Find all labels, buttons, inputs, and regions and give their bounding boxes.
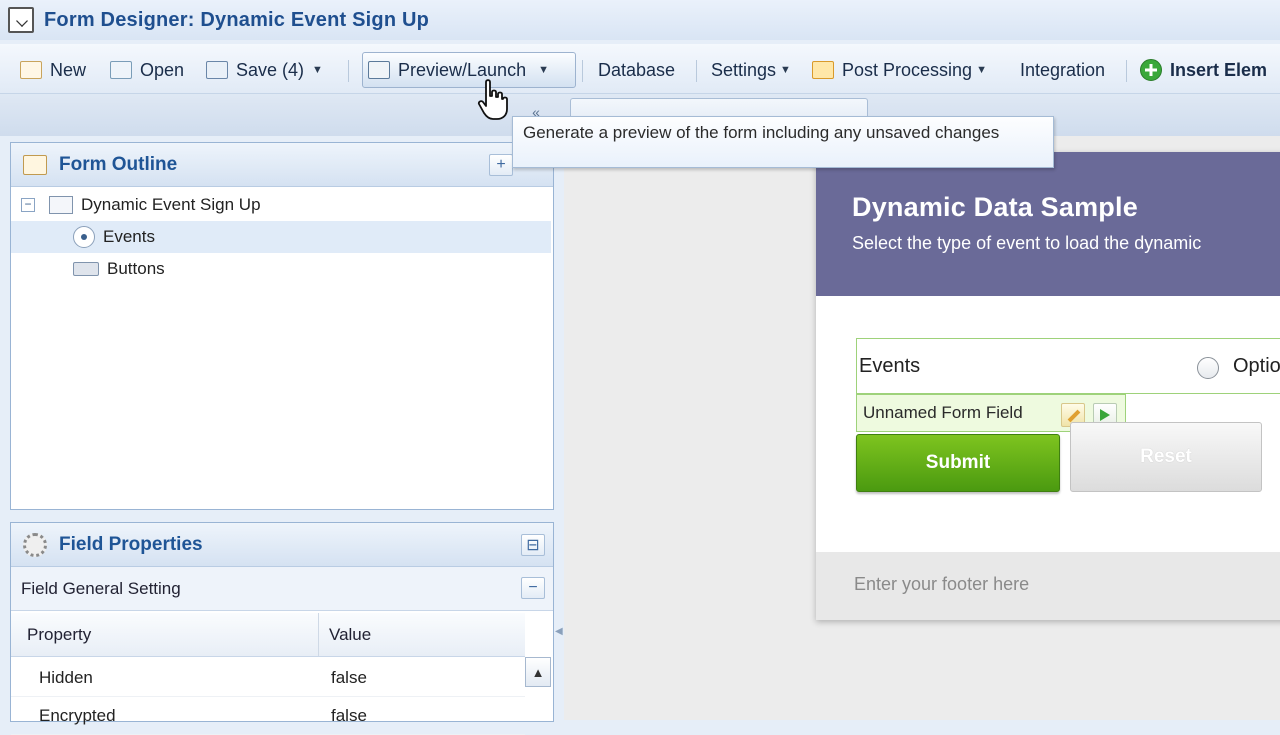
chevron-down-icon: ▼ bbox=[312, 64, 323, 76]
chevron-down-icon[interactable]: ▼ bbox=[538, 64, 549, 76]
new-document-icon bbox=[20, 61, 42, 79]
tree-item-events[interactable]: Events bbox=[11, 221, 551, 253]
form-designer-icon bbox=[8, 7, 34, 33]
preview-tooltip: Generate a preview of the form including… bbox=[512, 116, 1054, 168]
splitter-arrow-icon[interactable]: ◀ bbox=[555, 626, 563, 637]
toolbar-divider bbox=[582, 60, 583, 82]
outline-icon bbox=[23, 154, 47, 175]
save-icon bbox=[206, 61, 228, 79]
field-properties-header: Field Properties ⊟ bbox=[11, 523, 553, 567]
tree-item-label: Buttons bbox=[107, 259, 165, 278]
window-titlebar: Form Designer: Dynamic Event Sign Up bbox=[0, 0, 1280, 40]
field-properties-panel: Field Properties ⊟ Field General Setting… bbox=[10, 522, 554, 735]
form-outline-panel: Form Outline + − Dynamic Event Sign Up E… bbox=[10, 142, 554, 510]
option-label: Option La bbox=[1233, 355, 1280, 377]
form-title: Dynamic Data Sample bbox=[852, 192, 1138, 222]
table-row[interactable]: Hidden false bbox=[11, 659, 525, 697]
database-button[interactable]: Database bbox=[598, 54, 675, 86]
pin-panel-button[interactable]: ⊟ bbox=[521, 534, 545, 556]
section-label: Field General Setting bbox=[21, 578, 181, 598]
property-value[interactable]: false bbox=[329, 706, 367, 726]
reset-button[interactable]: Reset bbox=[1070, 422, 1262, 492]
property-name: Hidden bbox=[39, 667, 93, 687]
scroll-up-button[interactable]: ▲ bbox=[525, 657, 551, 687]
main-toolbar: New Open Save (4) ▼ Preview/Launch ▼ Dat… bbox=[0, 44, 1280, 94]
form-outline-header: Form Outline + bbox=[11, 143, 553, 187]
form-footer[interactable]: Enter your footer here bbox=[816, 552, 1280, 620]
button-field-icon bbox=[73, 262, 99, 276]
tree-item-buttons[interactable]: Buttons bbox=[11, 253, 551, 285]
tree-root[interactable]: − Dynamic Event Sign Up bbox=[11, 189, 551, 221]
form-preview-card: Dynamic Data Sample Select the type of e… bbox=[816, 152, 1280, 620]
column-header-value[interactable]: Value bbox=[319, 625, 371, 645]
radio-field-icon bbox=[73, 226, 95, 248]
gear-icon bbox=[23, 532, 47, 557]
form-icon bbox=[49, 196, 73, 214]
property-value[interactable]: false bbox=[329, 668, 367, 688]
collapse-toggle-icon[interactable]: − bbox=[21, 198, 35, 212]
tree-item-label: Events bbox=[103, 227, 155, 246]
collapse-section-button[interactable]: − bbox=[521, 577, 545, 599]
preview-icon bbox=[368, 61, 390, 79]
chevron-down-icon: ▼ bbox=[780, 64, 791, 76]
events-field[interactable]: Events Option La bbox=[856, 338, 1280, 394]
hand-cursor-icon bbox=[477, 79, 508, 120]
submit-button[interactable]: Submit bbox=[856, 434, 1060, 492]
toolbar-divider bbox=[696, 60, 697, 82]
integration-button[interactable]: Integration bbox=[1020, 54, 1105, 86]
property-name: Encrypted bbox=[39, 705, 116, 725]
tree-root-label: Dynamic Event Sign Up bbox=[81, 195, 261, 214]
post-processing-button[interactable]: Post Processing ▼ bbox=[812, 54, 987, 86]
open-button[interactable]: Open bbox=[110, 54, 184, 86]
events-field-label: Events bbox=[859, 355, 921, 377]
field-tag-label: Unnamed Form Field bbox=[863, 403, 1023, 422]
open-folder-icon bbox=[110, 61, 132, 79]
settings-button[interactable]: Settings ▼ bbox=[711, 54, 791, 86]
add-circle-icon bbox=[1140, 59, 1162, 81]
form-banner: Dynamic Data Sample Select the type of e… bbox=[816, 152, 1280, 296]
option-radio[interactable] bbox=[1197, 357, 1219, 379]
add-button[interactable]: + bbox=[489, 154, 513, 176]
window-title: Form Designer: Dynamic Event Sign Up bbox=[44, 8, 430, 31]
properties-grid-header: Property Value bbox=[11, 613, 525, 657]
column-header-property[interactable]: Property bbox=[11, 613, 319, 656]
table-row[interactable]: Encrypted false bbox=[11, 697, 525, 735]
form-subtitle: Select the type of event to load the dyn… bbox=[852, 233, 1202, 253]
field-general-setting-section[interactable]: Field General Setting − bbox=[11, 567, 553, 611]
save-button[interactable]: Save (4) ▼ bbox=[206, 54, 323, 86]
preview-launch-button[interactable]: Preview/Launch ▼ bbox=[368, 54, 549, 86]
field-properties-title: Field Properties bbox=[59, 533, 203, 555]
mail-icon bbox=[812, 61, 834, 79]
insert-element-button[interactable]: Insert Elem bbox=[1140, 54, 1267, 86]
new-button[interactable]: New bbox=[20, 54, 86, 86]
toolbar-divider bbox=[1126, 60, 1127, 82]
chevron-down-icon: ▼ bbox=[976, 64, 987, 76]
form-outline-title: Form Outline bbox=[59, 153, 178, 175]
toolbar-divider bbox=[348, 60, 349, 82]
